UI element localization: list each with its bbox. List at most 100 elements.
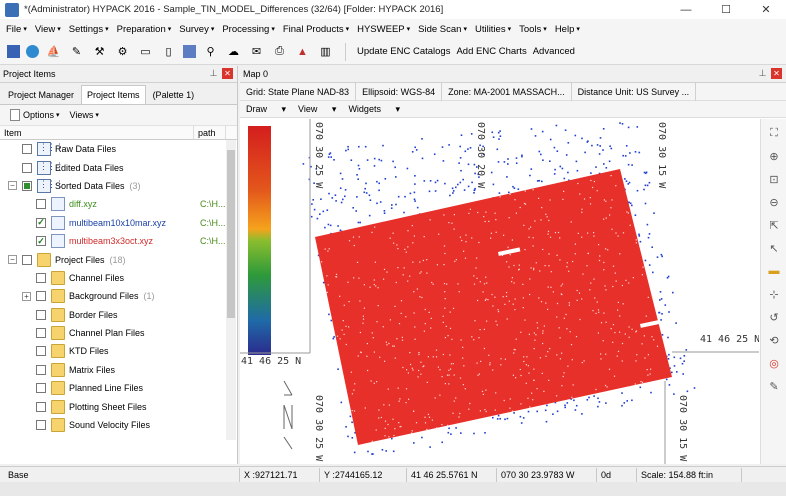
visibility-checkbox[interactable]: [36, 199, 46, 210]
menu-survey[interactable]: Survey: [179, 24, 209, 35]
sounding-dot: [497, 414, 500, 417]
add-enc-button[interactable]: Add ENC Charts: [456, 46, 526, 57]
printer-icon[interactable]: ⎙: [271, 43, 288, 60]
visibility-checkbox[interactable]: [36, 383, 46, 394]
cloud-icon[interactable]: ☁: [225, 43, 242, 60]
zoom-extents-icon[interactable]: ⛶: [765, 124, 783, 142]
visibility-checkbox[interactable]: [36, 328, 46, 339]
pointer-icon[interactable]: ↖: [765, 239, 783, 257]
tree-row[interactable]: − Project Files (18): [0, 250, 237, 268]
tree-row[interactable]: Raw Data Files: [0, 140, 237, 158]
close-map-icon[interactable]: ✕: [771, 68, 782, 79]
close-panel-icon[interactable]: ✕: [222, 68, 233, 79]
tree-row[interactable]: ✓ multibeam10x10mar.xyz C:\H...: [0, 214, 237, 232]
widgets-menu[interactable]: Widgets ▾: [348, 104, 400, 115]
visibility-checkbox[interactable]: [36, 309, 46, 320]
ship-icon[interactable]: ▲: [294, 43, 311, 60]
menu-side-scan[interactable]: Side Scan: [418, 24, 461, 35]
rotate-icon[interactable]: ↺: [765, 308, 783, 326]
globe-icon[interactable]: [26, 45, 39, 58]
menu-view[interactable]: View: [35, 24, 55, 35]
grid-map-icon[interactable]: [183, 45, 196, 58]
tree-row[interactable]: Channel Files: [0, 269, 237, 287]
tree-row[interactable]: Matrix Files: [0, 361, 237, 379]
menu-settings[interactable]: Settings: [69, 24, 103, 35]
zoom-out-icon[interactable]: ⊖: [765, 193, 783, 211]
tree-row[interactable]: diff.xyz C:\H...: [0, 195, 237, 213]
column-item[interactable]: Item: [0, 126, 194, 139]
barrel-icon[interactable]: ▥: [317, 43, 334, 60]
tree-row[interactable]: Border Files: [0, 306, 237, 324]
menu-final-products[interactable]: Final Products: [283, 24, 344, 35]
zoom-window-icon[interactable]: ⊡: [765, 170, 783, 188]
document-icon[interactable]: ▭: [137, 43, 154, 60]
visibility-checkbox[interactable]: [36, 272, 46, 283]
sounding-dot: [452, 190, 455, 192]
draw-menu[interactable]: Draw ▾: [246, 104, 286, 115]
advanced-button[interactable]: Advanced: [533, 46, 575, 57]
menu-file[interactable]: File: [6, 24, 21, 35]
tree-row[interactable]: Planned Line Files: [0, 379, 237, 397]
visibility-checkbox[interactable]: [36, 291, 46, 302]
texture-speck: [557, 231, 560, 234]
tab-project-manager[interactable]: Project Manager: [2, 85, 80, 104]
expander-icon[interactable]: +: [22, 291, 31, 301]
maximize-button[interactable]: ☐: [706, 0, 746, 19]
tab-palette-1[interactable]: (Palette 1): [147, 85, 201, 104]
column-path[interactable]: path: [194, 126, 226, 139]
tree-row[interactable]: KTD Files: [0, 342, 237, 360]
visibility-checkbox[interactable]: ✓: [36, 217, 46, 228]
close-button[interactable]: ✕: [746, 0, 786, 19]
visibility-checkbox[interactable]: [36, 364, 46, 375]
options-menu[interactable]: Options: [23, 110, 54, 120]
book-icon[interactable]: ▯: [160, 43, 177, 60]
select-arrow-icon[interactable]: ⇱: [765, 216, 783, 234]
mail-icon[interactable]: ✉: [248, 43, 265, 60]
tab-project-items[interactable]: Project Items: [81, 85, 146, 104]
status-lat: 41 46 25.5761 N: [407, 467, 497, 482]
visibility-checkbox[interactable]: [36, 420, 46, 431]
update-enc-button[interactable]: Update ENC Catalogs: [357, 46, 450, 57]
visibility-checkbox[interactable]: [36, 401, 46, 412]
visibility-checkbox[interactable]: ✓: [36, 236, 46, 247]
menu-tools[interactable]: Tools: [519, 24, 541, 35]
visibility-checkbox[interactable]: [22, 180, 32, 191]
wrench-icon[interactable]: ⚒: [91, 43, 108, 60]
edit-icon[interactable]: ✎: [765, 377, 783, 395]
ruler-icon[interactable]: ▬: [765, 262, 783, 280]
tree-row[interactable]: Plotting Sheet Files: [0, 397, 237, 415]
visibility-checkbox[interactable]: [22, 144, 32, 155]
tree-row[interactable]: Edited Data Files: [0, 158, 237, 176]
expander-icon[interactable]: −: [8, 181, 17, 191]
tree-row[interactable]: Sound Velocity Files: [0, 416, 237, 434]
view-menu[interactable]: View ▾: [298, 104, 336, 115]
tree-row[interactable]: − Sorted Data Files (3): [0, 177, 237, 195]
views-menu[interactable]: Views: [70, 110, 94, 120]
pen-icon[interactable]: ✎: [68, 43, 85, 60]
save-icon[interactable]: [7, 45, 20, 58]
tree-row[interactable]: Channel Plan Files: [0, 324, 237, 342]
visibility-checkbox[interactable]: [22, 162, 32, 173]
texture-speck: [483, 347, 485, 350]
tree-row[interactable]: ✓ multibeam3x3oct.xyz C:\H...: [0, 232, 237, 250]
map-canvas[interactable]: 070 30 25 W 070 30 20 W 070 30 15 W 070 …: [240, 119, 759, 464]
expander-icon[interactable]: −: [8, 255, 17, 265]
menu-help[interactable]: Help: [555, 24, 575, 35]
visibility-checkbox[interactable]: [36, 346, 46, 357]
pin-icon[interactable]: ⊥: [208, 68, 219, 79]
target-icon[interactable]: ◎: [765, 354, 783, 372]
boat-icon[interactable]: ⛵: [45, 43, 62, 60]
visibility-checkbox[interactable]: [22, 254, 32, 265]
pin-icon[interactable]: ⊥: [757, 68, 768, 79]
menu-preparation[interactable]: Preparation: [117, 24, 166, 35]
north-up-icon[interactable]: ⊹: [765, 285, 783, 303]
gears-icon[interactable]: ⚙: [114, 43, 131, 60]
antenna-icon[interactable]: ⚲: [202, 43, 219, 60]
minimize-button[interactable]: —: [666, 0, 706, 19]
menu-processing[interactable]: Processing: [222, 24, 269, 35]
tree-row[interactable]: + Background Files (1): [0, 287, 237, 305]
rotate-view-icon[interactable]: ⟲: [765, 331, 783, 349]
menu-hysweep[interactable]: HYSWEEP: [357, 24, 405, 35]
zoom-in-icon[interactable]: ⊕: [765, 147, 783, 165]
menu-utilities[interactable]: Utilities: [475, 24, 506, 35]
